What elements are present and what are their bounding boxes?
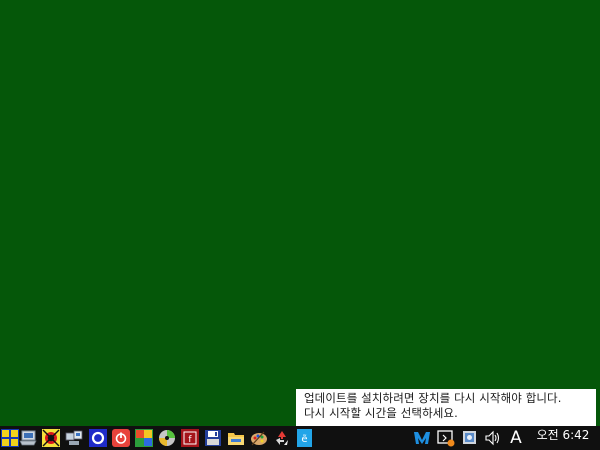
network-icon[interactable]	[65, 429, 83, 447]
disc-icon[interactable]	[158, 429, 176, 447]
paint-palette-icon[interactable]	[250, 429, 268, 447]
update-icon[interactable]	[461, 429, 479, 447]
folder-icon[interactable]	[227, 429, 245, 447]
notification-line-2: 다시 시작할 시간을 선택하세요.	[304, 406, 458, 420]
volume-icon[interactable]	[484, 429, 502, 447]
sports-icon[interactable]	[42, 429, 60, 447]
taskbar-clock[interactable]: 오전 6:42	[531, 426, 595, 450]
update-notification[interactable]: 업데이트를 설치하려면 장치를 다시 시작해야 합니다. 다시 시작할 시간을 …	[296, 389, 596, 426]
input-method-indicator[interactable]: A	[507, 427, 525, 449]
flash-icon[interactable]: f	[181, 429, 199, 447]
taskbar: f ẽ A 오전 6:42	[0, 426, 600, 450]
power-icon[interactable]	[112, 429, 130, 447]
floppy-disk-icon[interactable]	[204, 429, 222, 447]
circle-app-icon[interactable]	[89, 429, 107, 447]
malwarebytes-icon[interactable]	[413, 429, 431, 447]
svg-text:ẽ: ẽ	[301, 434, 307, 445]
action-center-icon[interactable]	[437, 429, 455, 447]
notification-line-1: 업데이트를 설치하려면 장치를 다시 시작해야 합니다.	[304, 391, 562, 405]
desktop[interactable]	[0, 0, 600, 426]
start-icon[interactable]	[1, 429, 19, 447]
media-icon[interactable]	[135, 429, 153, 447]
computer-icon[interactable]	[19, 429, 37, 447]
recycle-icon[interactable]	[273, 429, 291, 447]
installer-icon[interactable]: ẽ	[296, 429, 314, 447]
